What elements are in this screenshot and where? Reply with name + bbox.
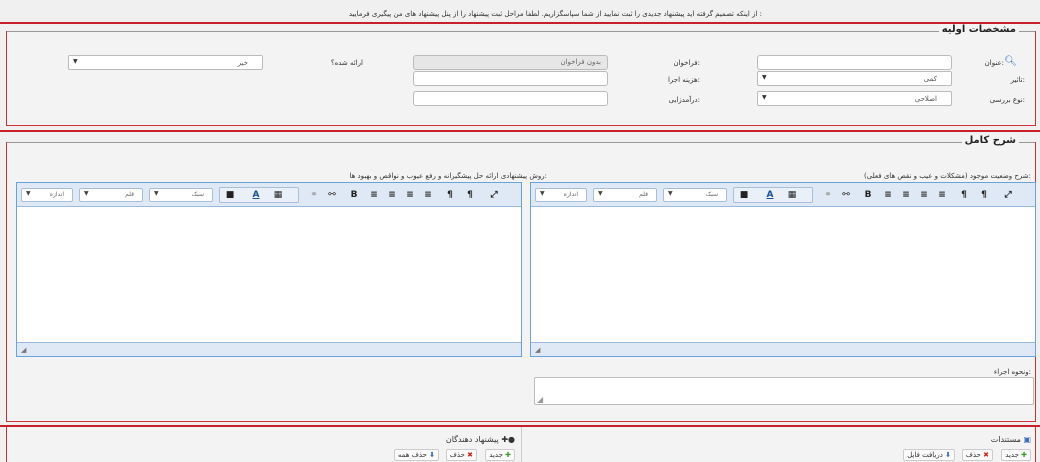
top-divider: [0, 22, 1040, 24]
table-icon[interactable]: ▦: [785, 188, 799, 202]
exec-cost-input[interactable]: [413, 71, 608, 86]
section-divider: [0, 130, 1040, 132]
editor-toolbar: اندازه ▼ قلم ▼ سبک ▼ ■ A ▦ ⚭ ⚯ B ≡ ≡ ≡ ≡ ¶ …: [531, 183, 1035, 207]
proposers-new-button[interactable]: جدید ✚: [485, 449, 515, 461]
full-description-section: شرح کامل شرح وضعیت موجود (مشکلات و عیب و…: [6, 135, 1036, 422]
align-left-icon[interactable]: ≡: [421, 188, 435, 202]
legend-line: [7, 142, 1035, 143]
execution-label: ونحوه اجراء:: [993, 368, 1031, 376]
legend-line: [7, 31, 1035, 32]
unlink-icon[interactable]: ⚭: [307, 188, 321, 202]
plus-icon: ✚: [1021, 451, 1027, 459]
bold-icon[interactable]: B: [861, 188, 875, 202]
editor-status-bar: ◢: [17, 342, 521, 356]
current-state-label: شرح وضعیت موجود (مشکلات و عیب و نقص های …: [864, 172, 1031, 180]
proposers-title: پیشنهاد دهندگان: [445, 435, 499, 444]
bottom-panels: مستندات ▣ جدید ✚ حذف ✖ دریافت فایل ⬇ پیش…: [6, 427, 1036, 462]
documents-download-button[interactable]: دریافت فایل ⬇: [903, 449, 955, 461]
title-label: عنوان:: [984, 59, 1004, 67]
editor-content[interactable]: [17, 207, 521, 342]
link-icon[interactable]: ⚯: [325, 188, 339, 202]
font-family-select[interactable]: قلم ▼: [79, 188, 143, 202]
proposers-delete-button[interactable]: حذف ✖: [445, 449, 477, 461]
editor-status-bar: ◢: [531, 342, 1035, 356]
align-center-icon[interactable]: ≡: [403, 188, 417, 202]
font-family-select[interactable]: قلم ▼: [593, 188, 657, 202]
search-icon[interactable]: 🔍︎: [1004, 56, 1017, 67]
align-right-icon[interactable]: ≡: [899, 188, 913, 202]
resize-grip-icon[interactable]: ◢: [535, 346, 540, 354]
unlink-icon[interactable]: ⚭: [821, 188, 835, 202]
add-user-icon: ✚●: [501, 435, 515, 444]
documents-new-button[interactable]: جدید ✚: [1001, 449, 1031, 461]
format-style-select[interactable]: سبک ▼: [149, 188, 213, 202]
rtl-icon[interactable]: ¶: [463, 188, 477, 202]
close-icon: ✖: [467, 451, 473, 459]
call-label: فراخوان:: [673, 59, 700, 67]
impact-value: کمی: [923, 75, 937, 83]
resize-grip-icon[interactable]: ◢: [21, 346, 26, 354]
link-icon[interactable]: ⚯: [839, 188, 853, 202]
resize-grip-icon[interactable]: ◢: [537, 395, 543, 404]
presented-label: ارائه شده؟: [330, 59, 363, 67]
bg-color-icon[interactable]: ■: [223, 188, 237, 202]
review-type-label: نوع بررسی:: [989, 96, 1025, 104]
editor-content[interactable]: [531, 207, 1035, 342]
align-right-icon[interactable]: ≡: [385, 188, 399, 202]
review-type-select[interactable]: اصلاحی ▼: [757, 91, 952, 106]
revenue-label: درآمدزایی:: [668, 96, 700, 104]
call-input: بدون فراخوان: [413, 55, 608, 70]
font-size-select[interactable]: اندازه ▼: [535, 188, 587, 202]
text-color-icon[interactable]: A: [763, 188, 777, 202]
proposed-method-label: روش پیشنهادی ارائه حل پیشگیرانه و رفع عی…: [349, 172, 548, 180]
align-center-icon[interactable]: ≡: [917, 188, 931, 202]
justify-icon[interactable]: ≡: [881, 188, 895, 202]
documents-title: مستندات: [990, 435, 1021, 444]
impact-label: تاثیر:: [1010, 76, 1025, 84]
bg-color-icon[interactable]: ■: [737, 188, 751, 202]
chevron-down-icon: ▼: [73, 58, 78, 65]
presented-value: خیر: [237, 59, 248, 67]
impact-select[interactable]: کمی ▼: [757, 71, 952, 86]
fullscreen-icon[interactable]: ⤢: [487, 188, 501, 202]
editor-toolbar: اندازه ▼ قلم ▼ سبک ▼ ■ A ▦ ⚭ ⚯ B ≡ ≡ ≡ ≡ ¶ …: [17, 183, 521, 207]
documents-header: مستندات ▣: [991, 435, 1031, 444]
full-description-legend: شرح کامل: [961, 135, 1019, 146]
image-icon: ▣: [1023, 435, 1031, 444]
rtl-icon[interactable]: ¶: [977, 188, 991, 202]
title-input[interactable]: [757, 55, 952, 70]
current-state-editor[interactable]: اندازه ▼ قلم ▼ سبک ▼ ■ A ▦ ⚭ ⚯ B ≡ ≡ ≡ ≡ ¶ …: [530, 182, 1036, 357]
review-type-value: اصلاحی: [914, 95, 937, 103]
revenue-input[interactable]: [413, 91, 608, 106]
proposers-header: پیشنهاد دهندگان ✚●: [446, 435, 515, 444]
proposers-delete-all-button[interactable]: حذف همه ⬇: [393, 449, 439, 461]
font-size-select[interactable]: اندازه ▼: [21, 188, 73, 202]
execution-textarea[interactable]: ◢: [534, 377, 1034, 405]
format-style-select[interactable]: سبک ▼: [663, 188, 727, 202]
chevron-down-icon: ▼: [762, 94, 767, 101]
justify-icon[interactable]: ≡: [367, 188, 381, 202]
fullscreen-icon[interactable]: ⤢: [1001, 188, 1015, 202]
align-left-icon[interactable]: ≡: [935, 188, 949, 202]
notice-text: از اینکه تصمیم گرفته اید پیشنهاد جدیدی ر…: [348, 10, 762, 18]
close-icon: ✖: [983, 451, 989, 459]
text-color-icon[interactable]: A: [249, 188, 263, 202]
notice-bar: از اینکه تصمیم گرفته اید پیشنهاد جدیدی ر…: [0, 8, 1040, 22]
bold-icon[interactable]: B: [347, 188, 361, 202]
basic-specs-legend: مشخصات اولیه: [938, 24, 1019, 35]
ltr-icon[interactable]: ¶: [443, 188, 457, 202]
documents-delete-button[interactable]: حذف ✖: [961, 449, 993, 461]
ltr-icon[interactable]: ¶: [957, 188, 971, 202]
delete-all-icon: ⬇: [429, 451, 435, 459]
panel-divider: [521, 427, 522, 462]
presented-select[interactable]: خیر ▼: [68, 55, 263, 70]
exec-cost-label: هزینه اجرا:: [667, 76, 700, 84]
chevron-down-icon: ▼: [762, 74, 767, 81]
proposed-method-editor[interactable]: اندازه ▼ قلم ▼ سبک ▼ ■ A ▦ ⚭ ⚯ B ≡ ≡ ≡ ≡ ¶ …: [16, 182, 522, 357]
basic-specs-section: مشخصات اولیه 🔍︎ عنوان: تاثیر: کمی ▼ نوع …: [6, 24, 1036, 126]
table-icon[interactable]: ▦: [271, 188, 285, 202]
download-icon: ⬇: [945, 451, 951, 459]
plus-icon: ✚: [505, 451, 511, 459]
